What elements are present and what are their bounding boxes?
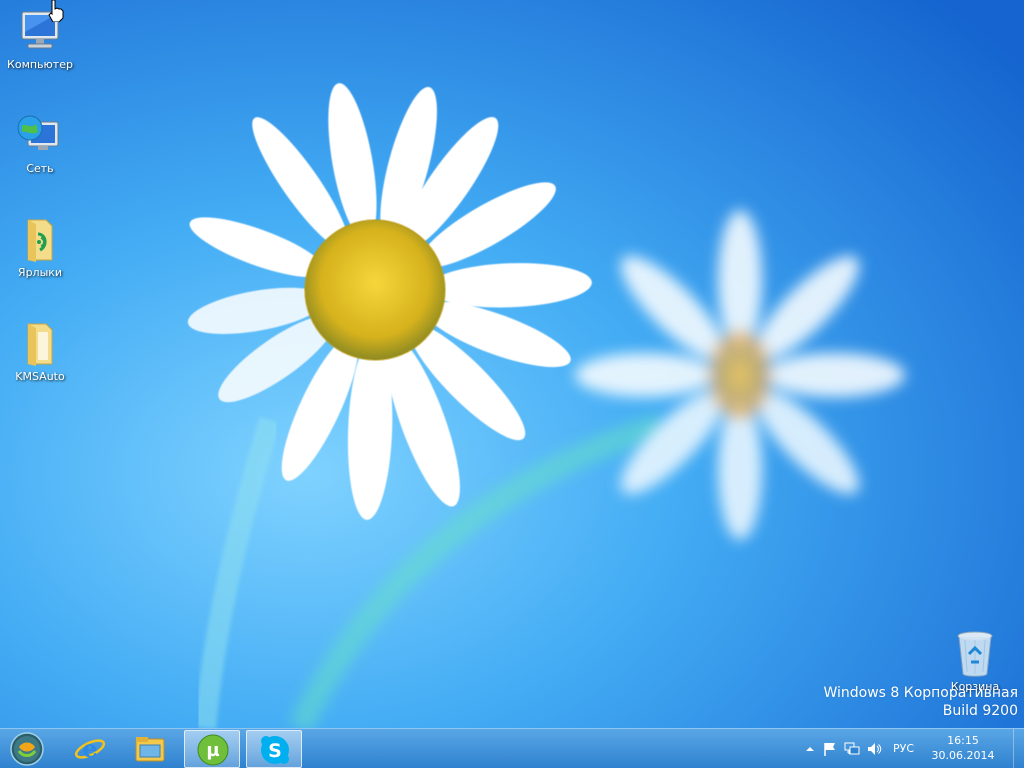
show-hidden-icons-chevron-icon[interactable] <box>802 741 818 757</box>
start-orb-button[interactable] <box>0 730 56 768</box>
desktop-icon-network[interactable]: Сеть <box>0 112 80 175</box>
desktop[interactable]: Компьютер Сеть Ярлыки KMSAuto Корзина Wi… <box>0 0 1024 768</box>
hand-cursor-icon <box>48 0 64 22</box>
desktop-icon-computer[interactable]: Компьютер <box>0 8 80 71</box>
language-indicator[interactable]: РУС <box>893 741 914 757</box>
network-status-icon[interactable] <box>844 741 860 757</box>
watermark-edition: Windows 8 Корпоративная <box>823 685 1018 701</box>
volume-icon[interactable] <box>866 741 882 757</box>
clock[interactable]: 16:15 30.06.2014 <box>928 733 998 763</box>
desktop-icon-label: Компьютер <box>7 58 73 71</box>
file-explorer-icon <box>135 737 165 762</box>
taskbar-file-explorer[interactable] <box>122 730 178 768</box>
folder-shortcuts-icon <box>27 219 53 262</box>
taskbar[interactable]: e µ S РУС 16:15 30.06.2014 <box>0 728 1024 768</box>
internet-explorer-icon: e <box>74 734 106 763</box>
skype-icon: S <box>261 736 289 764</box>
taskbar-skype[interactable]: S <box>246 730 302 768</box>
clock-date: 30.06.2014 <box>931 749 995 762</box>
wallpaper-daisy-image <box>0 0 1024 728</box>
desktop-icon-shortcuts[interactable]: Ярлыки <box>0 216 80 279</box>
network-icon <box>17 115 59 150</box>
system-tray: РУС 16:15 30.06.2014 <box>794 729 1024 768</box>
utorrent-icon: µ <box>197 734 229 766</box>
watermark-build: Build 9200 <box>942 703 1018 719</box>
action-center-flag-icon[interactable] <box>822 741 838 757</box>
folder-icon <box>27 323 53 366</box>
start-orb-icon <box>10 732 44 766</box>
desktop-icon-label: KMSAuto <box>15 370 65 383</box>
desktop-icon-label: Сеть <box>26 162 54 175</box>
windows-build-watermark: Windows 8 Корпоративная Build 9200 <box>823 684 1018 720</box>
taskbar-utorrent[interactable]: µ <box>184 730 240 768</box>
desktop-icon-label: Ярлыки <box>17 266 63 279</box>
show-desktop-button[interactable] <box>1013 729 1024 768</box>
clock-time: 16:15 <box>947 734 979 747</box>
recycle-bin-icon <box>957 631 993 677</box>
svg-text:e: e <box>82 734 97 763</box>
desktop-icon-kmsauto[interactable]: KMSAuto <box>0 320 80 383</box>
svg-text:µ: µ <box>206 740 219 761</box>
svg-text:S: S <box>268 740 282 762</box>
taskbar-internet-explorer[interactable]: e <box>62 730 118 768</box>
